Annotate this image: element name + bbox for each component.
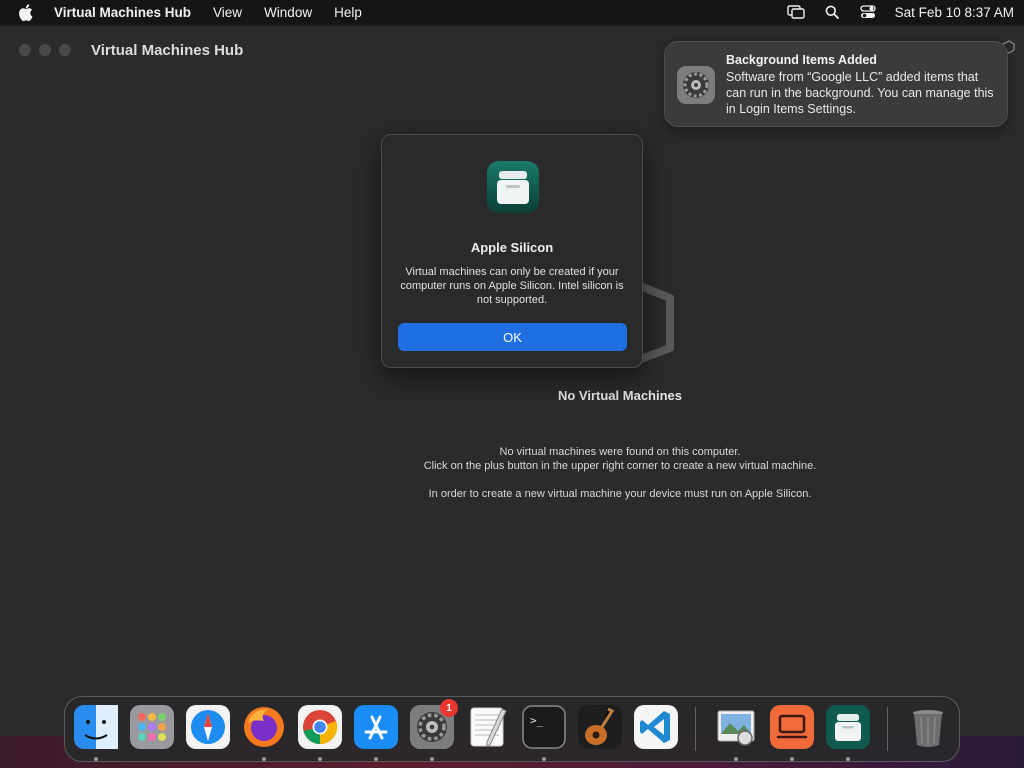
firefox-icon[interactable]	[242, 705, 286, 749]
system-settings-icon[interactable]: 1	[410, 699, 458, 749]
preview-running-indicator	[734, 757, 738, 761]
terminal-icon[interactable]: >_	[522, 705, 566, 749]
control-center-icon[interactable]	[859, 5, 877, 19]
dock: 1 >_	[64, 696, 960, 762]
notification-banner[interactable]: Background Items Added Software from “Go…	[664, 41, 1008, 127]
textedit-icon[interactable]	[466, 705, 510, 749]
chrome-running-indicator	[318, 757, 322, 761]
menu-bar: Virtual Machines Hub View Window Help Sa…	[0, 0, 1024, 24]
menu-window[interactable]: Window	[264, 5, 312, 20]
svg-text:>_: >_	[530, 714, 544, 727]
menu-clock[interactable]: Sat Feb 10 8:37 AM	[895, 5, 1014, 20]
vscode-icon[interactable]	[634, 705, 678, 749]
zoom-window-button[interactable]	[59, 44, 71, 56]
menu-view[interactable]: View	[213, 5, 242, 20]
alert-dialog: Apple Silicon Virtual machines can only …	[381, 134, 643, 368]
empty-state-line-2: Click on the plus button in the upper ri…	[423, 460, 817, 472]
window-title: Virtual Machines Hub	[91, 42, 244, 59]
app-store-icon[interactable]	[354, 705, 398, 749]
main-window: Virtual Machines Hub	[0, 26, 1024, 736]
vm-hub-icon[interactable]	[826, 705, 870, 749]
dialog-message: Virtual machines can only be created if …	[400, 266, 624, 306]
menu-app-name[interactable]: Virtual Machines Hub	[54, 5, 191, 20]
menu-help[interactable]: Help	[334, 5, 362, 20]
spotlight-search-icon[interactable]	[823, 5, 841, 19]
trash-icon[interactable]	[906, 705, 950, 749]
vm-hub-running-indicator	[846, 757, 850, 761]
screen-mirroring-icon[interactable]	[786, 5, 805, 19]
empty-state-line-3: In order to create a new virtual machine…	[428, 488, 812, 500]
remote-desktop-running-indicator	[790, 757, 794, 761]
app-store-running-indicator	[374, 757, 378, 761]
remote-desktop-icon[interactable]	[770, 705, 814, 749]
dialog-title: Apple Silicon	[470, 240, 554, 255]
finder-running-indicator	[94, 757, 98, 761]
preview-icon[interactable]	[714, 705, 758, 749]
finder-icon[interactable]	[74, 705, 118, 749]
notification-title: Background Items Added	[726, 53, 877, 67]
close-window-button[interactable]	[19, 44, 31, 56]
dock-separator	[695, 707, 696, 751]
system-settings-gear-icon	[677, 66, 715, 104]
notification-badge: 1	[440, 699, 458, 717]
empty-state-line-1: No virtual machines were found on this c…	[499, 446, 741, 458]
window-controls	[19, 44, 71, 56]
firefox-running-indicator	[262, 757, 266, 761]
empty-state-title: No Virtual Machines	[557, 388, 682, 403]
system-settings-running-indicator	[430, 757, 434, 761]
apple-menu-icon[interactable]	[18, 3, 34, 21]
launchpad-icon[interactable]	[130, 705, 174, 749]
vm-hub-app-icon	[486, 160, 540, 214]
terminal-running-indicator	[542, 757, 546, 761]
safari-icon[interactable]	[186, 705, 230, 749]
dock-separator-2	[887, 707, 888, 751]
notification-body: Software from “Google LLC” added items t…	[726, 70, 994, 116]
minimize-window-button[interactable]	[39, 44, 51, 56]
garageband-icon[interactable]	[578, 705, 622, 749]
ok-button[interactable]: OK	[398, 323, 627, 351]
chrome-icon[interactable]	[298, 705, 342, 749]
